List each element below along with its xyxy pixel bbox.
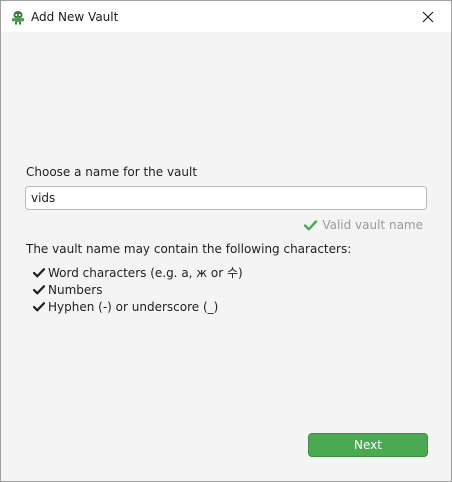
close-icon bbox=[422, 11, 434, 22]
list-item: Word characters (e.g. a, ж or 수) bbox=[33, 264, 243, 281]
rule-hyphen-underscore: Hyphen (-) or underscore (_) bbox=[48, 299, 219, 314]
allowed-characters-list: Word characters (e.g. a, ж or 수) Numbers… bbox=[33, 264, 243, 315]
rule-word-characters: Word characters (e.g. a, ж or 수) bbox=[48, 266, 243, 280]
checkmark-icon bbox=[33, 267, 45, 277]
checkmark-icon bbox=[304, 219, 318, 230]
validation-text: Valid vault name bbox=[322, 218, 423, 232]
next-button[interactable]: Next bbox=[308, 433, 428, 457]
checkmark-icon bbox=[33, 284, 45, 294]
rule-numbers: Numbers bbox=[48, 282, 103, 297]
title-bar: Add New Vault bbox=[1, 1, 451, 32]
vault-name-label: Choose a name for the vault bbox=[26, 165, 198, 179]
validation-status: Valid vault name bbox=[304, 218, 423, 232]
cryptomator-robot-icon bbox=[12, 11, 24, 25]
allowed-characters-heading: The vault name may contain the following… bbox=[26, 242, 352, 256]
list-item: Hyphen (-) or underscore (_) bbox=[33, 298, 243, 315]
close-button[interactable] bbox=[405, 1, 451, 32]
window-title: Add New Vault bbox=[31, 10, 119, 24]
checkmark-icon bbox=[33, 301, 45, 311]
vault-name-input[interactable] bbox=[25, 186, 427, 210]
add-new-vault-window: Add New Vault Choose a name for the vaul… bbox=[0, 0, 452, 482]
list-item: Numbers bbox=[33, 281, 243, 298]
